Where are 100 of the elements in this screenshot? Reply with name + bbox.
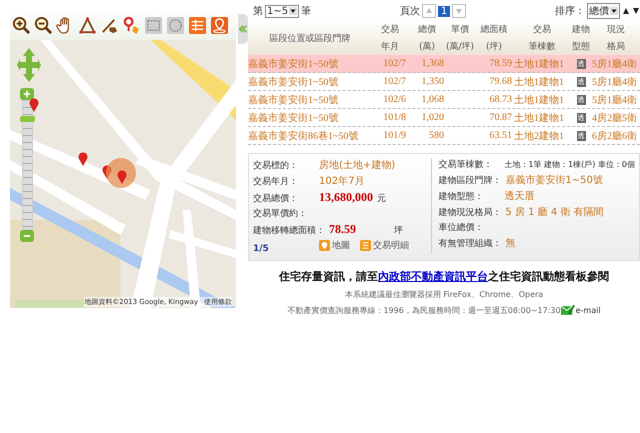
column-header: 總面積 bbox=[480, 24, 508, 36]
count-cell-text: 土地1建物1 bbox=[514, 76, 565, 88]
grid-icon[interactable] bbox=[188, 16, 207, 34]
dropdown-arrow-icon bbox=[289, 7, 298, 15]
area-cell-text: 79.68 bbox=[488, 76, 513, 87]
circle-select-icon[interactable] bbox=[166, 16, 185, 34]
plus-icon bbox=[23, 90, 31, 98]
field-value: 78.59 bbox=[329, 222, 356, 237]
column-header: 建物 bbox=[572, 24, 590, 36]
map-marker-icon bbox=[117, 170, 127, 184]
column-header: 格局 bbox=[607, 40, 625, 53]
area-cell-text: 70.87 bbox=[488, 112, 513, 123]
map-pin-icon[interactable] bbox=[210, 16, 229, 34]
notice-text: 住宅存量資訊，請至 bbox=[279, 270, 378, 283]
map-pin-icon bbox=[319, 240, 330, 251]
field-value: 房地(土地+建物) bbox=[319, 158, 396, 172]
sort-descending-icon[interactable] bbox=[632, 7, 640, 15]
column-header: (萬) bbox=[418, 40, 436, 53]
map-marker-icon bbox=[29, 98, 39, 112]
platform-link[interactable]: 內政部不動產資訊平台 bbox=[378, 270, 488, 283]
zoom-in-icon[interactable] bbox=[12, 16, 31, 34]
field-label: 建物移轉總面積： bbox=[253, 224, 325, 237]
map-link[interactable]: 地圖 bbox=[319, 239, 350, 252]
zoom-out-button[interactable] bbox=[20, 230, 34, 242]
field-label: 建物型態： bbox=[438, 190, 484, 203]
map-marker-icon bbox=[78, 152, 88, 166]
field-label: 交易筆棟數： bbox=[438, 158, 494, 171]
area-cell-text: 68.73 bbox=[488, 94, 513, 105]
triangle-icon[interactable] bbox=[78, 16, 97, 34]
address-cell-text: 嘉義市姜安街1~50號 bbox=[248, 76, 340, 88]
layout-cell-text: 6房2廳6衛 bbox=[592, 130, 638, 142]
price-cell-text: 1,368 bbox=[420, 58, 445, 69]
field-value: 透天厝 bbox=[504, 190, 534, 203]
field-value: 無 bbox=[505, 237, 516, 250]
email-link[interactable]: e-mail bbox=[560, 305, 601, 316]
area-cell-text: 78.59 bbox=[488, 58, 513, 69]
field-label: 有無管理組織： bbox=[438, 238, 502, 250]
column-header: 型態 bbox=[572, 40, 590, 53]
column-header: 現況 bbox=[607, 24, 625, 36]
column-header: 年月 bbox=[381, 40, 399, 53]
field-label: 建物區段門牌： bbox=[438, 174, 502, 187]
field-label: 交易年月： bbox=[253, 176, 299, 188]
collapse-tab[interactable] bbox=[238, 14, 248, 44]
zoom-in-button[interactable] bbox=[20, 88, 34, 100]
minus-icon bbox=[23, 232, 31, 240]
page-label: 頁次 bbox=[400, 5, 420, 18]
field-label: 車位總價： bbox=[438, 222, 484, 234]
page-number[interactable]: 1 bbox=[438, 6, 450, 16]
hotline-text: 不動產實價查詢服務專線：1996，為民服務時間：週一至週五08:00~17:30 bbox=[287, 305, 561, 316]
sort-ascending-icon[interactable] bbox=[622, 7, 630, 15]
count-cell-text: 土地1建物1 bbox=[514, 58, 565, 70]
field-value: 13,680,000 bbox=[319, 190, 373, 205]
count-cell-text: 土地1建物1 bbox=[514, 112, 565, 124]
field-value: 5 房 1 廳 4 衛 有隔間 bbox=[505, 206, 604, 219]
browser-note: 本系統建議最佳瀏覽器採用 FireFox、Chrome、Opera bbox=[344, 289, 544, 300]
dropdown-arrow-icon bbox=[610, 7, 618, 15]
list-icon bbox=[360, 240, 371, 251]
unit-label: 坪 bbox=[394, 224, 403, 237]
unit-label: 元 bbox=[377, 193, 386, 205]
price-cell-text: 1,020 bbox=[420, 112, 445, 123]
layout-cell-text: 5房1廳4衛 bbox=[592, 94, 638, 106]
range-select[interactable]: 1~5 bbox=[265, 4, 300, 18]
address-cell-text: 嘉義市姜安街1~50號 bbox=[248, 112, 340, 124]
sort-select[interactable]: 總價 bbox=[586, 3, 620, 19]
column-header: (萬/坪) bbox=[446, 40, 474, 53]
range-suffix: 筆 bbox=[301, 5, 312, 18]
address-cell-text: 嘉義市姜安街86巷1~50號 bbox=[248, 130, 360, 142]
date-cell-text: 102/7 bbox=[382, 58, 407, 69]
details-link[interactable]: 交易明細 bbox=[360, 239, 409, 252]
double-chevron-icon bbox=[239, 25, 247, 33]
date-cell-text: 102/6 bbox=[382, 94, 407, 105]
field-label: 建物現況格局： bbox=[438, 206, 502, 219]
price-cell-text: 1,350 bbox=[420, 76, 445, 87]
date-cell-text: 101/8 bbox=[382, 112, 407, 123]
range-prefix: 第 bbox=[253, 5, 263, 18]
count-cell-text: 土地2建物1 bbox=[514, 130, 565, 142]
column-header: 交易 bbox=[381, 24, 399, 36]
column-header: 單價 bbox=[451, 24, 469, 36]
date-cell-text: 101/9 bbox=[382, 130, 407, 141]
layout-cell-text: 5房1廳4衛 bbox=[592, 76, 638, 88]
field-label: 交易標的： bbox=[253, 160, 299, 172]
column-header: 總價 bbox=[418, 24, 436, 36]
record-index: 1/5 bbox=[253, 244, 270, 254]
column-header: 區段位置或區段門牌 bbox=[270, 32, 350, 44]
field-label: 交易總價： bbox=[253, 192, 299, 205]
zoom-slider[interactable] bbox=[22, 100, 32, 230]
column-header: 交易 bbox=[533, 24, 551, 36]
zoom-out-icon[interactable] bbox=[34, 16, 53, 34]
notice-text: 之住宅資訊動態看板參閱 bbox=[488, 270, 609, 283]
address-cell-text: 嘉義市姜安街1~50號 bbox=[248, 94, 340, 106]
field-value: 102年7月 bbox=[319, 175, 364, 188]
count-cell-text: 土地1建物1 bbox=[514, 94, 565, 106]
field-value: 嘉義市姜安街1~50號 bbox=[505, 174, 603, 187]
layout-cell-text: 4房2廳5衛 bbox=[592, 112, 638, 124]
price-cell-text: 1,068 bbox=[420, 94, 445, 105]
layout-cell-text: 5房1廳4衛 bbox=[592, 58, 638, 70]
rectangle-select-icon[interactable] bbox=[144, 16, 163, 34]
field-value: 土地：1筆 建物：1棟(戶) 車位：0個 bbox=[504, 159, 635, 170]
area-cell-text: 63.51 bbox=[488, 130, 513, 141]
field-label: 交易單價約： bbox=[253, 208, 308, 220]
